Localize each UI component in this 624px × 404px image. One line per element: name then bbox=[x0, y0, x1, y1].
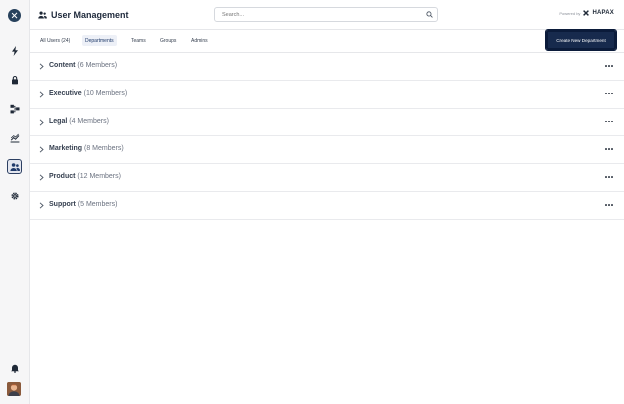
brand-name: HAPAX bbox=[592, 10, 614, 16]
department-member-count: (8 Members) bbox=[84, 145, 124, 153]
department-name: Product (12 Members) bbox=[49, 173, 121, 181]
search-input[interactable] bbox=[222, 11, 412, 19]
page-title: User Management bbox=[38, 6, 129, 23]
tabs-bar: All Users (24) Departments Teams Groups … bbox=[30, 29, 624, 53]
more-options-icon[interactable] bbox=[605, 120, 613, 124]
department-name: Content (6 Members) bbox=[49, 62, 118, 69]
department-list: Content (6 Members) Executive (10 Member… bbox=[30, 53, 624, 220]
list-item[interactable]: Content (6 Members) bbox=[30, 53, 624, 81]
top-bar: User Management Powered by HAPAX bbox=[30, 0, 624, 30]
department-name: Legal (4 Members) bbox=[49, 117, 109, 125]
page-title-text: User Management bbox=[51, 9, 129, 20]
sidebar-rail bbox=[0, 0, 30, 404]
list-item[interactable]: Support (5 Members) bbox=[30, 192, 624, 220]
department-member-count: (6 Members) bbox=[77, 62, 118, 69]
powered-by-label: Powered by bbox=[559, 10, 581, 16]
hapax-logo-icon bbox=[583, 10, 590, 16]
more-options-icon[interactable] bbox=[605, 65, 613, 68]
more-options-icon[interactable] bbox=[605, 176, 613, 179]
workflow-icon[interactable] bbox=[7, 101, 22, 116]
chevron-right-icon[interactable] bbox=[39, 63, 44, 70]
create-department-button[interactable]: Create New Department bbox=[545, 29, 617, 51]
department-name: Marketing (8 Members) bbox=[49, 145, 124, 153]
user-management-icon bbox=[38, 11, 47, 19]
more-options-icon[interactable] bbox=[605, 203, 613, 207]
list-item[interactable]: Marketing (8 Members) bbox=[30, 136, 624, 165]
chevron-right-icon[interactable] bbox=[39, 202, 44, 209]
more-options-icon[interactable] bbox=[605, 148, 613, 151]
gear-icon[interactable] bbox=[7, 188, 22, 203]
chevron-right-icon[interactable] bbox=[39, 146, 44, 153]
tab-departments[interactable]: Departments bbox=[82, 35, 117, 46]
list-item[interactable]: Executive (10 Members) bbox=[30, 81, 624, 109]
search-icon[interactable] bbox=[426, 11, 433, 18]
search-box[interactable] bbox=[214, 7, 438, 22]
lock-icon[interactable] bbox=[7, 72, 22, 87]
bell-icon[interactable] bbox=[7, 360, 22, 375]
analytics-icon[interactable] bbox=[7, 130, 22, 145]
bolt-icon[interactable] bbox=[7, 43, 22, 58]
department-member-count: (4 Members) bbox=[69, 117, 109, 125]
tab-groups[interactable]: Groups bbox=[157, 35, 179, 46]
department-name: Support (5 Members) bbox=[49, 200, 118, 208]
avatar[interactable] bbox=[7, 382, 21, 396]
more-options-icon[interactable] bbox=[605, 92, 613, 96]
department-member-count: (5 Members) bbox=[77, 200, 118, 208]
powered-by: Powered by HAPAX bbox=[559, 10, 614, 16]
department-member-count: (12 Members) bbox=[77, 173, 121, 181]
department-member-count: (10 Members) bbox=[83, 89, 128, 97]
department-name: Executive (10 Members) bbox=[49, 89, 128, 97]
tab-admins[interactable]: Admins bbox=[188, 35, 211, 46]
tab-all-users[interactable]: All Users (24) bbox=[37, 35, 73, 46]
tab-teams[interactable]: Teams bbox=[128, 35, 149, 46]
chevron-right-icon[interactable] bbox=[39, 91, 44, 98]
chevron-right-icon[interactable] bbox=[39, 174, 44, 181]
chevron-right-icon[interactable] bbox=[39, 119, 44, 126]
app-logo-icon[interactable] bbox=[8, 9, 21, 22]
list-item[interactable]: Legal (4 Members) bbox=[30, 109, 624, 137]
users-icon[interactable] bbox=[7, 159, 22, 174]
list-item[interactable]: Product (12 Members) bbox=[30, 164, 624, 192]
